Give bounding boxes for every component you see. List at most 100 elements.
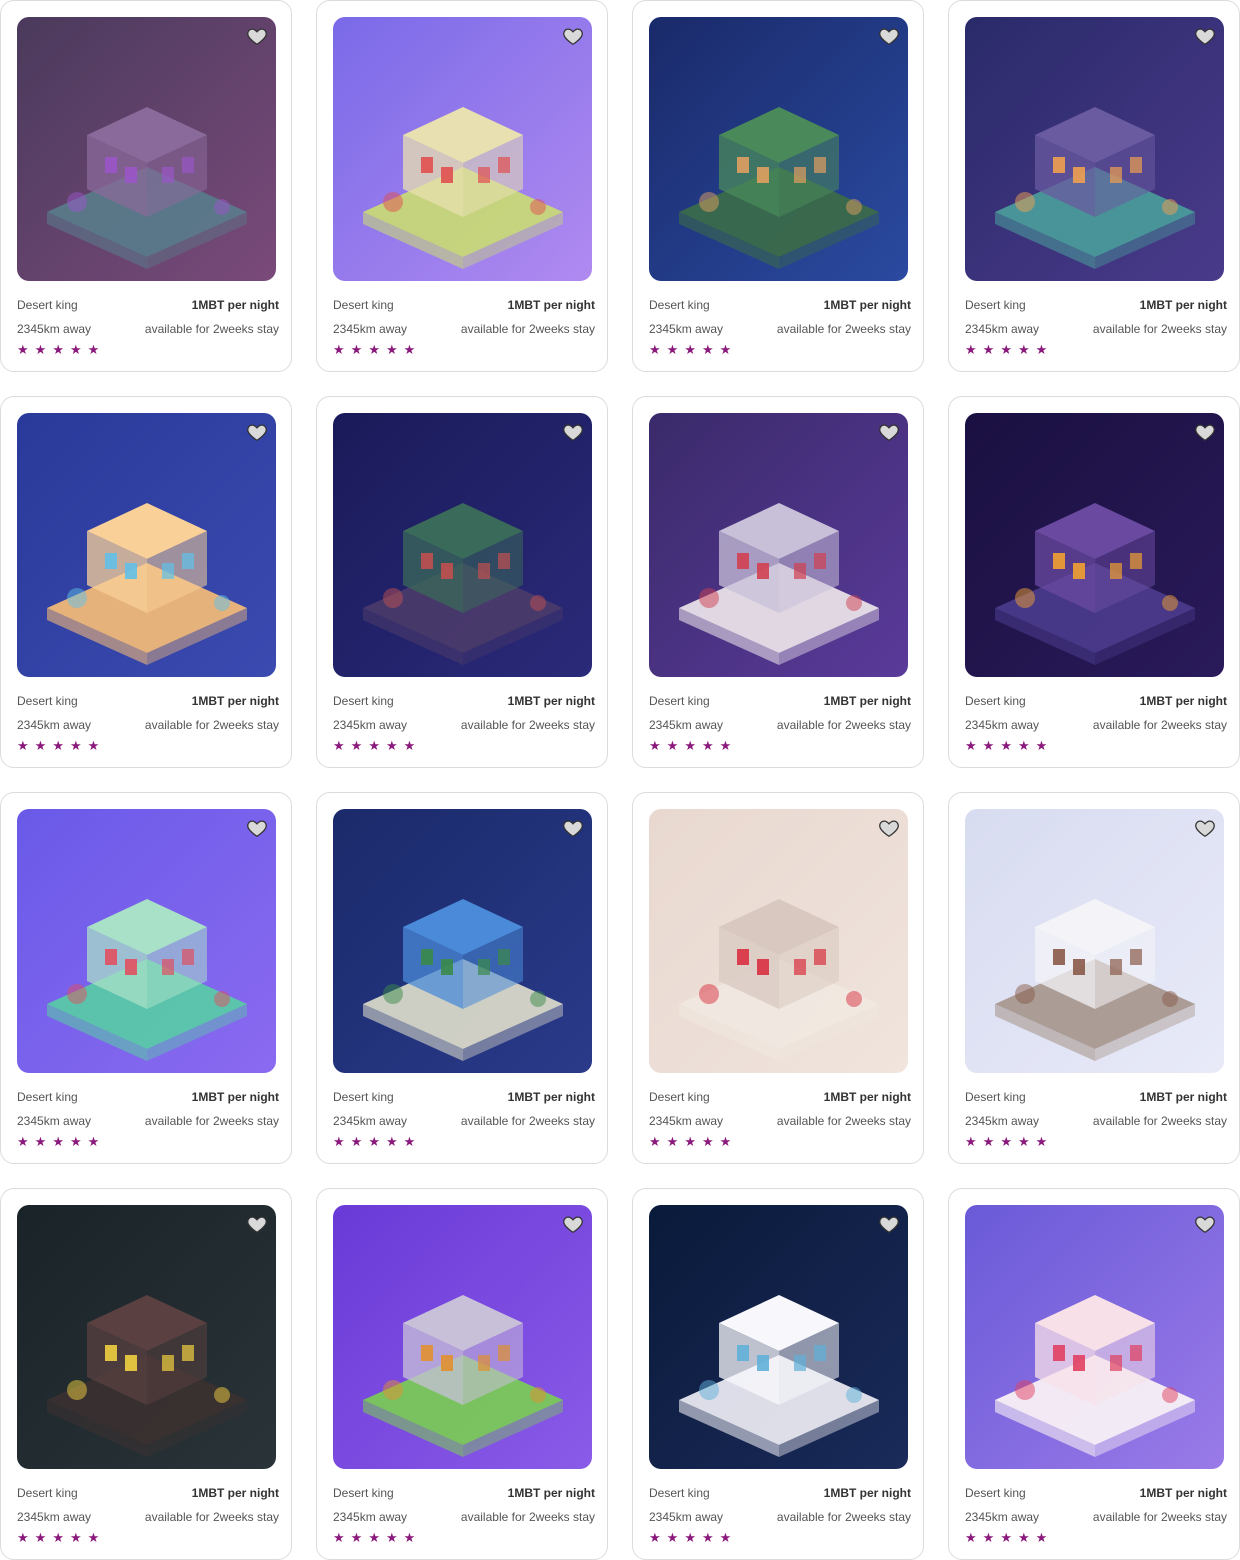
listing-card[interactable]: Desert king 1MBT per night 2345km away a…	[632, 396, 924, 768]
listing-image[interactable]	[965, 1205, 1224, 1469]
rating-stars: ★ ★ ★ ★ ★	[17, 343, 279, 357]
listing-image[interactable]	[649, 413, 908, 677]
heart-outline-icon[interactable]	[562, 25, 584, 47]
listing-info: Desert king 1MBT per night 2345km away a…	[965, 1485, 1227, 1545]
star-icon: ★	[34, 1530, 47, 1545]
listing-info: Desert king 1MBT per night 2345km away a…	[17, 297, 279, 357]
heart-outline-icon[interactable]	[246, 817, 268, 839]
star-icon: ★	[1000, 342, 1012, 357]
star-icon: ★	[649, 1530, 661, 1545]
listing-card[interactable]: Desert king 1MBT per night 2345km away a…	[316, 396, 608, 768]
heart-outline-icon[interactable]	[878, 25, 900, 47]
listing-card[interactable]: Desert king 1MBT per night 2345km away a…	[948, 1188, 1240, 1560]
listing-card[interactable]: Desert king 1MBT per night 2345km away a…	[948, 396, 1240, 768]
star-icon: ★	[385, 738, 398, 753]
listing-distance: 2345km away	[965, 322, 1040, 336]
listing-image[interactable]	[17, 413, 276, 677]
listing-price: 1MBT per night	[823, 1486, 911, 1500]
listing-price: 1MBT per night	[823, 1090, 911, 1104]
listing-price: 1MBT per night	[823, 298, 911, 312]
star-icon: ★	[52, 738, 64, 753]
listing-name: Desert king	[649, 298, 710, 312]
listing-name: Desert king	[965, 298, 1026, 312]
star-icon: ★	[719, 1134, 732, 1149]
listing-distance: 2345km away	[17, 1510, 92, 1524]
heart-outline-icon[interactable]	[878, 817, 900, 839]
listing-card[interactable]: Desert king 1MBT per night 2345km away a…	[948, 0, 1240, 372]
listing-info: Desert king 1MBT per night 2345km away a…	[333, 1089, 595, 1149]
heart-outline-icon[interactable]	[878, 421, 900, 443]
star-icon: ★	[666, 342, 679, 357]
listing-distance: 2345km away	[965, 718, 1040, 732]
listing-image[interactable]	[333, 1205, 592, 1469]
listing-image-art	[17, 809, 276, 1073]
heart-outline-icon[interactable]	[1194, 817, 1216, 839]
listing-availability: available for 2weeks stay	[776, 1510, 911, 1524]
star-icon: ★	[1035, 1530, 1048, 1545]
listing-image[interactable]	[17, 809, 276, 1073]
listing-card[interactable]: Desert king 1MBT per night 2345km away a…	[0, 0, 292, 372]
heart-outline-icon[interactable]	[562, 421, 584, 443]
listing-name: Desert king	[17, 1486, 78, 1500]
heart-outline-icon[interactable]	[246, 421, 268, 443]
heart-outline-icon[interactable]	[562, 817, 584, 839]
heart-outline-icon[interactable]	[246, 1213, 268, 1235]
heart-outline-icon[interactable]	[878, 1213, 900, 1235]
star-icon: ★	[52, 342, 64, 357]
listing-info: Desert king 1MBT per night 2345km away a…	[649, 297, 911, 357]
listing-image[interactable]	[333, 413, 592, 677]
listing-card[interactable]: Desert king 1MBT per night 2345km away a…	[0, 1188, 292, 1560]
heart-outline-icon[interactable]	[1194, 1213, 1216, 1235]
listing-image[interactable]	[17, 1205, 276, 1469]
star-icon: ★	[701, 738, 714, 753]
star-icon: ★	[684, 1530, 696, 1545]
heart-outline-icon[interactable]	[1194, 25, 1216, 47]
star-icon: ★	[350, 1530, 363, 1545]
listing-image[interactable]	[965, 17, 1224, 281]
star-icon: ★	[52, 1134, 64, 1149]
listing-image[interactable]	[965, 413, 1224, 677]
listing-image[interactable]	[649, 17, 908, 281]
star-icon: ★	[69, 738, 82, 753]
listing-image[interactable]	[333, 17, 592, 281]
listing-distance: 2345km away	[17, 322, 92, 336]
star-icon: ★	[17, 1134, 29, 1149]
listing-image[interactable]	[649, 1205, 908, 1469]
listing-card[interactable]: Desert king 1MBT per night 2345km away a…	[632, 1188, 924, 1560]
listing-distance: 2345km away	[17, 1114, 92, 1128]
listing-image-art	[333, 809, 592, 1073]
listing-card[interactable]: Desert king 1MBT per night 2345km away a…	[0, 792, 292, 1164]
star-icon: ★	[719, 738, 732, 753]
listing-distance: 2345km away	[649, 1114, 724, 1128]
listing-image-art	[649, 17, 908, 281]
listing-image-art	[333, 1205, 592, 1469]
listing-image-art	[965, 413, 1224, 677]
listing-price: 1MBT per night	[507, 1486, 595, 1500]
listing-image[interactable]	[965, 809, 1224, 1073]
listing-card[interactable]: Desert king 1MBT per night 2345km away a…	[316, 0, 608, 372]
listing-image[interactable]	[17, 17, 276, 281]
star-icon: ★	[385, 1134, 398, 1149]
listing-card[interactable]: Desert king 1MBT per night 2345km away a…	[632, 792, 924, 1164]
heart-outline-icon[interactable]	[562, 1213, 584, 1235]
listing-card[interactable]: Desert king 1MBT per night 2345km away a…	[316, 792, 608, 1164]
listing-name: Desert king	[965, 694, 1026, 708]
listing-distance: 2345km away	[333, 322, 408, 336]
listing-availability: available for 2weeks stay	[776, 322, 911, 336]
star-icon: ★	[368, 1530, 380, 1545]
listing-card[interactable]: Desert king 1MBT per night 2345km away a…	[948, 792, 1240, 1164]
listing-availability: available for 2weeks stay	[460, 1510, 595, 1524]
listing-price: 1MBT per night	[1139, 298, 1227, 312]
listing-name: Desert king	[333, 298, 394, 312]
listing-card[interactable]: Desert king 1MBT per night 2345km away a…	[632, 0, 924, 372]
listing-image[interactable]	[333, 809, 592, 1073]
rating-stars: ★ ★ ★ ★ ★	[649, 739, 911, 753]
listing-info: Desert king 1MBT per night 2345km away a…	[649, 693, 911, 753]
listing-availability: available for 2weeks stay	[1092, 718, 1227, 732]
listing-card[interactable]: Desert king 1MBT per night 2345km away a…	[316, 1188, 608, 1560]
heart-outline-icon[interactable]	[1194, 421, 1216, 443]
star-icon: ★	[666, 738, 679, 753]
heart-outline-icon[interactable]	[246, 25, 268, 47]
listing-image[interactable]	[649, 809, 908, 1073]
listing-card[interactable]: Desert king 1MBT per night 2345km away a…	[0, 396, 292, 768]
